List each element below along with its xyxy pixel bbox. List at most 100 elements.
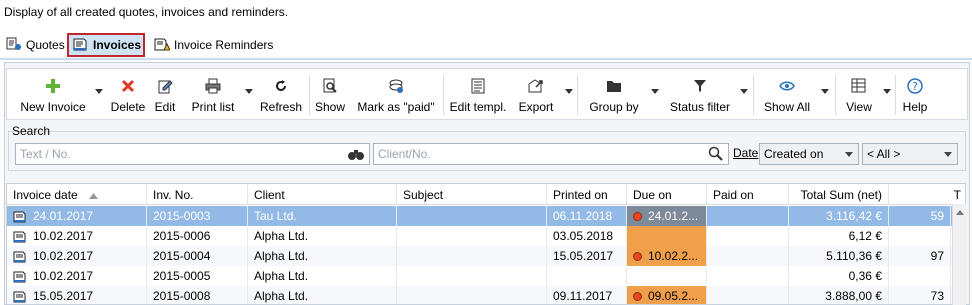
cell-extra: 59 bbox=[889, 206, 951, 226]
cell-due: 09.05.2... bbox=[627, 286, 707, 304]
tab-invoices[interactable]: Invoices bbox=[67, 33, 145, 57]
printer-icon bbox=[205, 77, 221, 95]
cell-text: 09.05.2... bbox=[648, 289, 699, 303]
overdue-status-icon bbox=[633, 252, 642, 261]
search-icon[interactable] bbox=[708, 146, 724, 165]
plus-icon bbox=[45, 77, 61, 95]
tab-divider bbox=[0, 58, 972, 60]
cell-client: Alpha Ltd. bbox=[248, 286, 397, 304]
col-total-sum[interactable]: Total Sum (net) bbox=[789, 184, 889, 205]
table-row[interactable]: 10.02.2017 2015-0005 Alpha Ltd. 0,36 € bbox=[7, 266, 965, 286]
export-icon bbox=[527, 77, 545, 95]
group-by-button[interactable]: Group by bbox=[581, 69, 647, 119]
cell-text: 2015-0003 bbox=[153, 209, 211, 223]
tab-reminders-label: Invoice Reminders bbox=[174, 38, 274, 52]
col-client[interactable]: Client bbox=[248, 184, 397, 205]
invoice-icon bbox=[73, 37, 89, 54]
cell-text: 2015-0008 bbox=[153, 289, 211, 303]
show-all-button[interactable]: Show All bbox=[759, 69, 815, 119]
col-t[interactable]: T bbox=[889, 184, 965, 205]
date-field-select[interactable]: Created on bbox=[759, 143, 859, 165]
edit-template-button[interactable]: Edit templ. bbox=[445, 69, 511, 119]
view-dropdown[interactable] bbox=[883, 89, 891, 94]
show-button[interactable]: Show bbox=[313, 69, 347, 119]
new-invoice-dropdown[interactable] bbox=[95, 89, 103, 94]
mark-as-paid-button[interactable]: Mark as "paid" bbox=[351, 69, 441, 119]
edit-button[interactable]: Edit bbox=[150, 69, 180, 119]
delete-button[interactable]: Delete bbox=[107, 69, 149, 119]
overdue-status-icon bbox=[633, 292, 642, 301]
scroll-up-icon[interactable] bbox=[956, 210, 964, 215]
cell-text: Alpha Ltd. bbox=[254, 249, 309, 263]
status-filter-dropdown[interactable] bbox=[740, 89, 748, 94]
cell-subject bbox=[397, 246, 547, 266]
text-search-input[interactable]: Text / No. bbox=[15, 143, 370, 165]
edit-icon bbox=[157, 77, 173, 95]
overdue-status-icon bbox=[633, 212, 642, 221]
module-tabs: Quotes Invoices Invoice Reminders bbox=[0, 33, 972, 57]
status-filter-button[interactable]: Status filter bbox=[665, 69, 735, 119]
export-button[interactable]: Export bbox=[515, 69, 557, 119]
print-list-button[interactable]: Print list bbox=[185, 69, 241, 119]
cell-no: 2015-0006 bbox=[147, 226, 248, 246]
table-row[interactable]: 15.05.2017 2015-0008 Alpha Ltd. 09.11.2017 0… bbox=[7, 286, 965, 304]
cell-total: 3.116,42 € bbox=[789, 206, 889, 226]
col-invoice-date[interactable]: Invoice date bbox=[7, 184, 147, 205]
invoice-icon bbox=[13, 231, 27, 246]
cell-text: 03.05.2018 bbox=[553, 229, 614, 243]
date-label: Date bbox=[733, 146, 759, 160]
col-subject[interactable]: Subject bbox=[397, 184, 547, 205]
invoice-icon bbox=[13, 211, 27, 226]
col-inv-no[interactable]: Inv. No. bbox=[147, 184, 248, 205]
cell-text: 59 bbox=[930, 209, 944, 223]
refresh-button[interactable]: Refresh bbox=[257, 69, 305, 119]
group-by-dropdown[interactable] bbox=[651, 89, 659, 94]
vertical-scrollbar[interactable] bbox=[952, 204, 966, 305]
tab-quotes[interactable]: Quotes bbox=[2, 33, 69, 57]
table-header: Invoice date Inv. No. Client Subject Pri… bbox=[7, 184, 965, 205]
cell-text: 10.02.2017 bbox=[33, 249, 94, 263]
toolbar-separator bbox=[835, 75, 836, 115]
table-row[interactable]: 24.01.2017 2015-0003 Tau Ltd. 06.11.2018 24.… bbox=[7, 206, 965, 226]
client-search-input[interactable]: Client/No. bbox=[373, 143, 729, 165]
toolbar-separator bbox=[309, 75, 310, 115]
cell-text: 97 bbox=[930, 249, 944, 263]
cell-text: 2015-0004 bbox=[153, 249, 211, 263]
col-due-on[interactable]: Due on bbox=[627, 184, 707, 205]
new-invoice-button[interactable]: New Invoice bbox=[13, 69, 93, 119]
col-printed-on[interactable]: Printed on bbox=[547, 184, 627, 205]
help-button[interactable]: ? Help bbox=[899, 69, 931, 119]
binoculars-icon[interactable] bbox=[347, 147, 365, 164]
show-all-dropdown[interactable] bbox=[821, 89, 829, 94]
cell-total: 6,12 € bbox=[789, 226, 889, 246]
cell-text: 15.05.2017 bbox=[33, 289, 94, 303]
tab-invoice-reminders[interactable]: Invoice Reminders bbox=[150, 33, 277, 57]
cell-text: 5.110,36 € bbox=[826, 249, 882, 263]
cell-client: Alpha Ltd. bbox=[248, 246, 397, 266]
cell-subject bbox=[397, 226, 547, 246]
print-list-dropdown[interactable] bbox=[245, 89, 253, 94]
table-row[interactable]: 10.02.2017 2015-0006 Alpha Ltd. 03.05.2018 6… bbox=[7, 226, 965, 246]
table-row[interactable]: 10.02.2017 2015-0004 Alpha Ltd. 15.05.2017 1… bbox=[7, 246, 965, 266]
cell-total: 0,36 € bbox=[789, 266, 889, 286]
date-range-select[interactable]: < All > bbox=[862, 143, 958, 165]
view-button[interactable]: View bbox=[841, 69, 877, 119]
cell-no: 2015-0005 bbox=[147, 266, 248, 286]
cell-printed bbox=[547, 266, 627, 286]
quote-icon bbox=[6, 37, 22, 54]
cell-paid bbox=[707, 206, 789, 226]
cell-text: 3.116,42 € bbox=[826, 209, 882, 223]
col-paid-on[interactable]: Paid on bbox=[707, 184, 789, 205]
cell-text: 06.11.2018 bbox=[553, 209, 613, 223]
coins-icon bbox=[387, 77, 405, 95]
cell-total: 3.888,00 € bbox=[789, 286, 889, 304]
export-dropdown[interactable] bbox=[565, 89, 573, 94]
cell-text: Alpha Ltd. bbox=[254, 289, 309, 303]
view-grid-icon bbox=[851, 77, 867, 95]
cell-client: Tau Ltd. bbox=[248, 206, 397, 226]
cell-text: 2015-0005 bbox=[153, 269, 211, 283]
cell-text: Alpha Ltd. bbox=[254, 269, 309, 283]
toolbar-separator bbox=[895, 75, 896, 115]
cell-paid bbox=[707, 226, 789, 246]
cell-subject bbox=[397, 206, 547, 226]
